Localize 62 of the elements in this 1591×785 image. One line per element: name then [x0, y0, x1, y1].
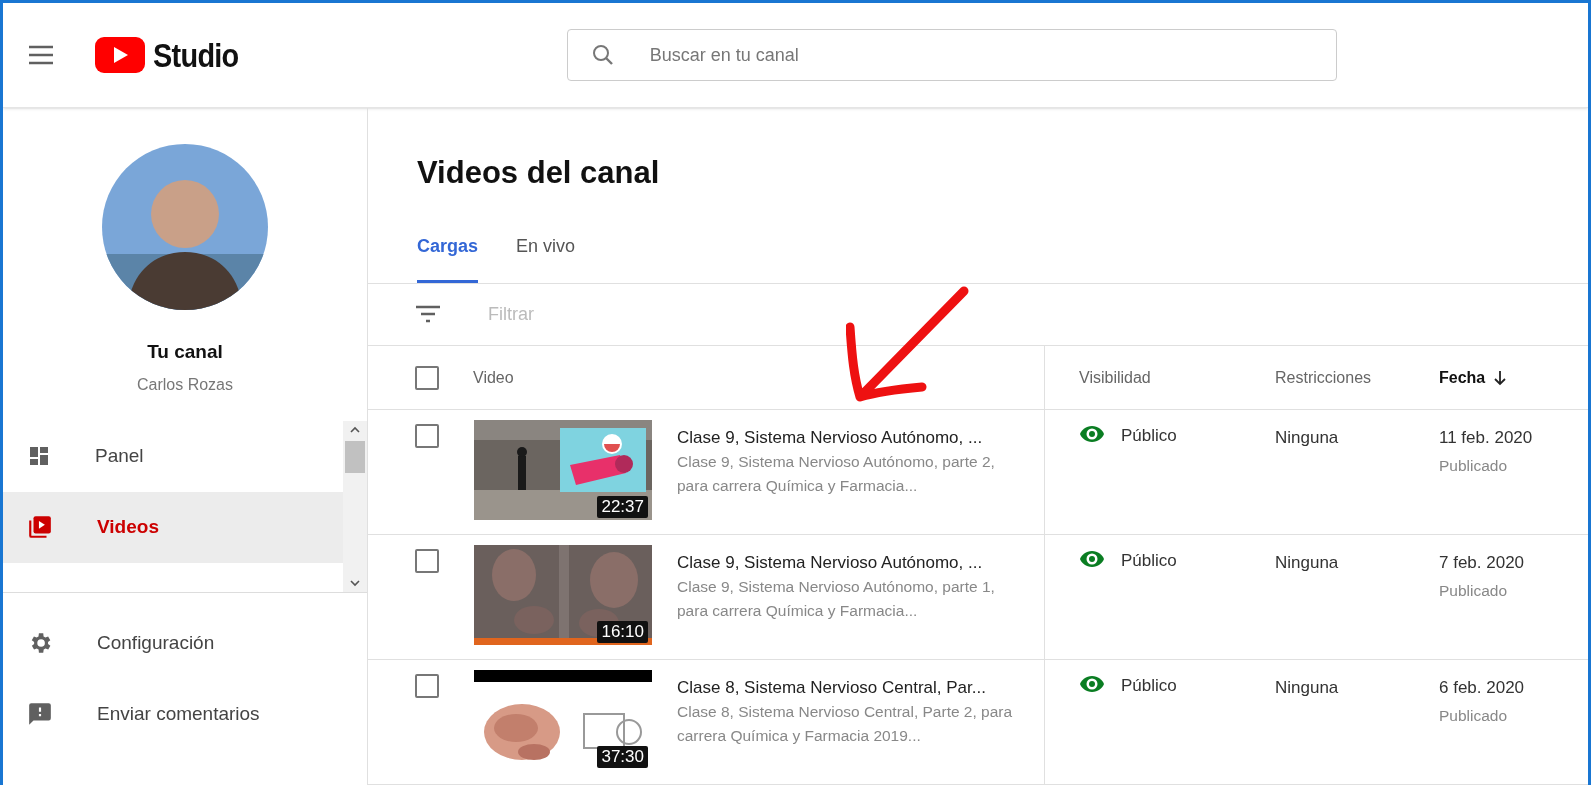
channel-name: Carlos Rozas: [137, 374, 233, 395]
visibility-label[interactable]: Público: [1121, 674, 1177, 698]
scrollbar-thumb[interactable]: [345, 440, 365, 473]
video-row[interactable]: 16:10 Clase 9, Sistema Nervioso Autónomo, ... Clase 9, Sistema Nervioso Autónomo, parte 1, para carrera Química y Farmacia... Público Ninguna 7 feb. 2020 Publicado: [368, 535, 1588, 660]
filter-icon[interactable]: [415, 304, 441, 325]
video-thumbnail[interactable]: 22:37: [474, 420, 652, 520]
dashboard-icon: [27, 444, 51, 468]
logo-text: Studio: [153, 34, 239, 76]
video-description: Clase 8, Sistema Nervioso Central, Parte 2, para carrera Química y Farmacia 2019...: [677, 702, 1014, 746]
column-header[interactable]: Restricciones: [1241, 365, 1422, 390]
sidebar-item[interactable]: Enviar comentarios: [3, 678, 367, 750]
restrictions-cell-text: Ninguna: [1274, 427, 1340, 449]
column-header[interactable]: Video: [473, 365, 514, 390]
filter-field[interactable]: Filtrar: [488, 300, 720, 328]
search-field[interactable]: Buscar en tu canal: [566, 29, 1337, 81]
status-text: Publicado: [1439, 581, 1509, 601]
chevron-down-icon[interactable]: [349, 577, 361, 588]
column-header[interactable]: Visibilidad: [1045, 365, 1241, 390]
tab[interactable]: Cargas: [417, 232, 479, 283]
eye-icon: [1079, 424, 1105, 444]
sidebar-item[interactable]: Videos: [3, 491, 343, 563]
sort-down-icon: [1493, 369, 1508, 386]
video-description: Clase 9, Sistema Nervioso Autónomo, parte 2, para carrera Química y Farmacia...: [677, 452, 996, 496]
column-header[interactable]: Fecha: [1422, 365, 1588, 390]
channel-title: Tu canal: [147, 340, 223, 364]
visibility-label[interactable]: Público: [1121, 549, 1177, 573]
duration-badge: 37:30: [597, 746, 648, 768]
date-cell-text: 11 feb. 2020: [1439, 427, 1534, 449]
search-icon: [590, 43, 615, 67]
video-row[interactable]: 37:30 Clase 8, Sistema Nervioso Central, Par... Clase 8, Sistema Nervioso Central, Parte 2, para carrera Química y Farmacia 2019... Público Ninguna 6 feb. 2020 Publicado: [368, 660, 1588, 785]
duration-badge: 16:10: [597, 621, 648, 643]
video-title[interactable]: Clase 8, Sistema Nervioso Central, Par...: [677, 674, 1022, 700]
select-all-checkbox[interactable]: [415, 365, 439, 390]
video-title[interactable]: Clase 9, Sistema Nervioso Autónomo, ...: [677, 424, 1022, 450]
eye-icon: [1079, 549, 1105, 569]
date-cell-text: 6 feb. 2020: [1439, 677, 1526, 699]
scrollbar[interactable]: [343, 420, 367, 592]
restrictions-cell-text: Ninguna: [1274, 552, 1340, 574]
feedback-icon: [27, 701, 53, 727]
row-checkbox[interactable]: [415, 424, 439, 448]
video-description: Clase 9, Sistema Nervioso Autónomo, parte 1, para carrera Química y Farmacia...: [677, 577, 996, 621]
status-text: Publicado: [1439, 456, 1509, 476]
video-title[interactable]: Clase 9, Sistema Nervioso Autónomo, ...: [677, 549, 1022, 575]
menu-icon[interactable]: [27, 45, 55, 65]
eye-icon: [1079, 674, 1105, 694]
restrictions-cell-text: Ninguna: [1274, 677, 1340, 699]
status-text: Publicado: [1439, 706, 1509, 726]
chevron-up-icon[interactable]: [349, 424, 361, 435]
tab[interactable]: En vivo: [516, 232, 576, 283]
sidebar-item[interactable]: Panel: [3, 420, 343, 492]
video-thumbnail[interactable]: 37:30: [474, 670, 652, 770]
page-title: Videos del canal: [417, 154, 661, 192]
date-cell-text: 7 feb. 2020: [1439, 552, 1526, 574]
video-row[interactable]: 22:37 Clase 9, Sistema Nervioso Autónomo, ... Clase 9, Sistema Nervioso Autónomo, parte 2, para carrera Química y Farmacia... Público Ninguna 11 feb. 2020 Publicado: [368, 410, 1588, 535]
visibility-label[interactable]: Público: [1121, 424, 1177, 448]
row-checkbox[interactable]: [415, 674, 439, 698]
row-checkbox[interactable]: [415, 549, 439, 573]
video-thumbnail[interactable]: 16:10: [474, 545, 652, 645]
sidebar-item[interactable]: Configuración: [3, 607, 367, 679]
video-stack-icon: [27, 514, 53, 540]
duration-badge: 22:37: [597, 496, 648, 518]
logo-icon[interactable]: [95, 37, 145, 73]
